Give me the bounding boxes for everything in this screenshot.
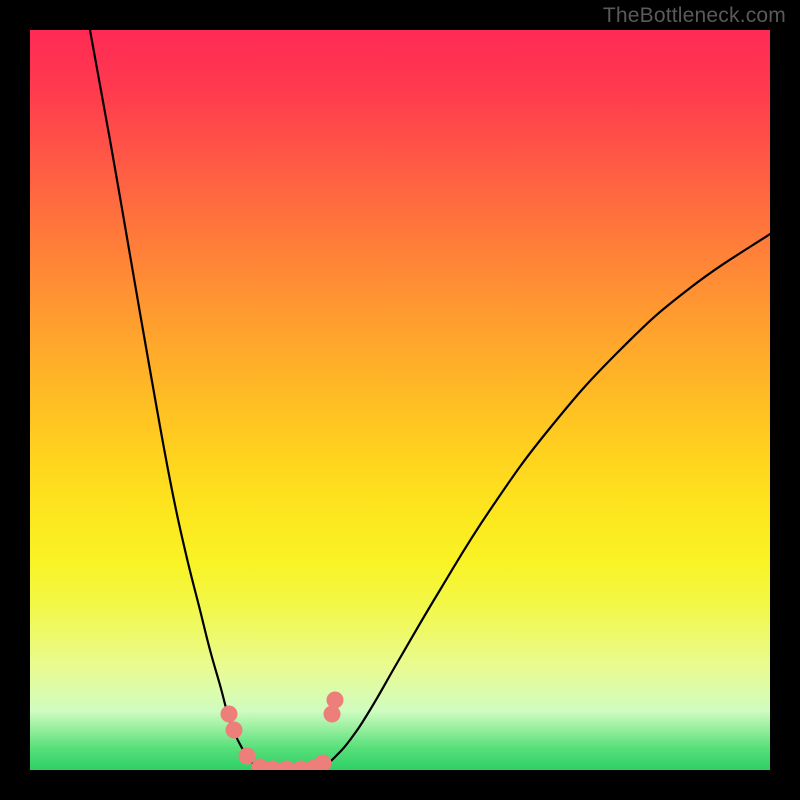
- valley-marker-dot: [315, 755, 332, 771]
- valley-marker-dot: [226, 722, 243, 739]
- valley-marker-dot: [324, 706, 341, 723]
- valley-marker-dot: [239, 748, 256, 765]
- valley-marker-dot: [327, 692, 344, 709]
- valley-markers: [221, 692, 344, 771]
- bottleneck-curve: [90, 30, 770, 770]
- watermark-text: TheBottleneck.com: [603, 4, 786, 28]
- curve-layer: [30, 30, 770, 770]
- chart-frame: TheBottleneck.com: [0, 0, 800, 800]
- plot-area: [30, 30, 770, 770]
- valley-marker-dot: [221, 706, 238, 723]
